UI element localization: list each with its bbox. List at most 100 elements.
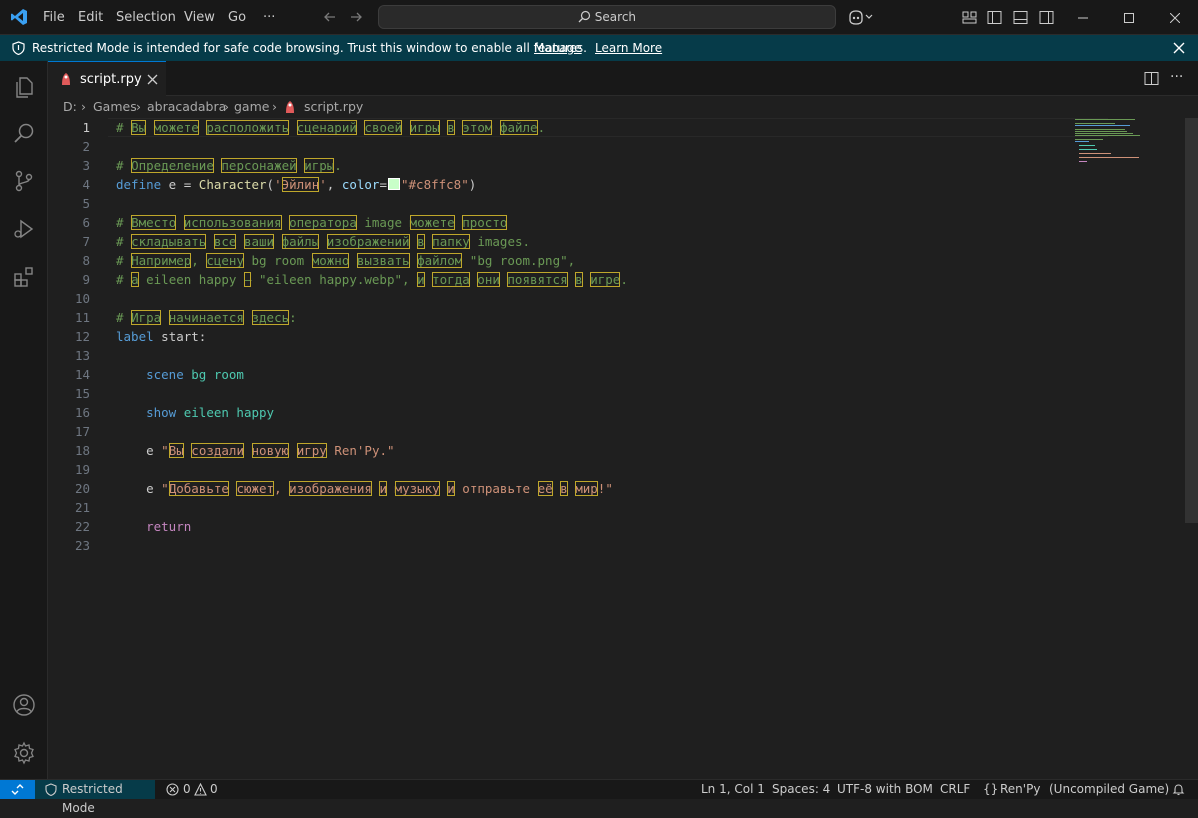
- code-line[interactable]: # Например, сцену bg room можно вызвать …: [116, 251, 575, 270]
- code-token: #: [116, 234, 132, 249]
- extensions-icon[interactable]: [0, 253, 48, 301]
- learn-more-link[interactable]: Learn More: [595, 35, 662, 61]
- code-line[interactable]: e "Вы создали новую игру Ren'Py.": [116, 441, 395, 460]
- status-bar: Restricted Mode 0 0 Ln 1, Col 1 Spaces: …: [0, 779, 1198, 815]
- line-number: 3: [82, 158, 90, 173]
- code-token: этом: [462, 120, 493, 135]
- manage-gear-icon[interactable]: [0, 729, 48, 777]
- customize-layout-icon[interactable]: [962, 10, 977, 29]
- code-token: мир: [575, 481, 598, 496]
- vertical-scrollbar[interactable]: [1185, 118, 1198, 523]
- maximize-button[interactable]: [1106, 0, 1152, 35]
- breadcrumb-games[interactable]: Games: [93, 96, 137, 118]
- file-encoding[interactable]: UTF-8 with BOM: [837, 780, 933, 799]
- breadcrumb-drive[interactable]: D:: [63, 96, 77, 118]
- game-status[interactable]: (Uncompiled Game): [1049, 780, 1169, 799]
- code-token: расположить: [206, 120, 290, 135]
- code-line[interactable]: # Игра начинается здесь:: [116, 308, 297, 327]
- manage-link[interactable]: Manage: [534, 35, 582, 61]
- minimize-button[interactable]: [1060, 0, 1106, 35]
- code-token: Эйлин: [281, 177, 320, 192]
- run-and-debug-icon[interactable]: [0, 205, 48, 253]
- notifications-bell-icon[interactable]: [1172, 783, 1185, 799]
- indentation[interactable]: Spaces: 4: [772, 780, 830, 799]
- menu-more[interactable]: ···: [263, 0, 275, 35]
- cursor-position[interactable]: Ln 1, Col 1: [701, 780, 765, 799]
- code-line[interactable]: show eileen happy: [116, 403, 274, 422]
- code-token: :: [289, 310, 297, 325]
- split-editor-icon[interactable]: [1144, 71, 1159, 90]
- back-arrow-icon[interactable]: [322, 9, 338, 29]
- breadcrumb-game[interactable]: game: [234, 96, 269, 118]
- menu-file[interactable]: File: [43, 0, 65, 35]
- code-line[interactable]: # складывать все ваши файлы изображений …: [116, 232, 530, 251]
- source-control-icon[interactable]: [0, 157, 48, 205]
- code-token: Добавьте: [168, 481, 229, 496]
- code-line[interactable]: # Вместо использования оператора image м…: [116, 213, 508, 232]
- color-swatch[interactable]: [388, 178, 400, 190]
- code-token: а: [131, 272, 139, 287]
- search-view-icon[interactable]: [0, 109, 48, 157]
- shield-icon: [45, 783, 57, 799]
- menu-view[interactable]: View: [184, 0, 215, 35]
- forward-arrow-icon[interactable]: [348, 9, 364, 29]
- code-line[interactable]: return: [116, 517, 191, 536]
- close-window-button[interactable]: [1152, 0, 1198, 35]
- line-number: 11: [74, 310, 90, 325]
- code-token: #: [116, 272, 132, 287]
- code-editor[interactable]: 1 2 3 4 5 6 7 8 9 10 11 12 13 14 15 16 1…: [48, 118, 1198, 779]
- code-token: использования: [183, 215, 282, 230]
- code-line[interactable]: scene bg room: [116, 365, 244, 384]
- toggle-panel-icon[interactable]: [1013, 10, 1028, 29]
- warning-icon[interactable]: [194, 782, 207, 799]
- code-line[interactable]: define e = Character('Эйлин', color= "#c8…: [116, 175, 476, 194]
- menu-edit[interactable]: Edit: [78, 0, 103, 35]
- code-token: появятся: [507, 272, 568, 287]
- toggle-primary-sidebar-icon[interactable]: [987, 10, 1002, 29]
- command-center-search[interactable]: Search: [378, 5, 836, 29]
- renpy-file-icon: [60, 72, 72, 90]
- explorer-icon[interactable]: [0, 63, 48, 111]
- code-line[interactable]: e "Добавьте сюжет, изображения и музыку …: [116, 479, 613, 498]
- error-count[interactable]: 0: [183, 780, 191, 799]
- code-line[interactable]: # Определение персонажей игры.: [116, 156, 342, 175]
- tab-script-rpy[interactable]: script.rpy: [48, 61, 166, 96]
- code-token: e: [146, 443, 162, 458]
- language-braces-icon[interactable]: {}: [983, 780, 998, 799]
- menu-go[interactable]: Go: [228, 0, 246, 35]
- more-actions-icon[interactable]: ···: [1170, 65, 1183, 89]
- close-banner-icon[interactable]: [1173, 42, 1185, 57]
- copilot-icon[interactable]: [848, 9, 874, 29]
- code-token: можете: [409, 215, 455, 230]
- accounts-icon[interactable]: [0, 681, 48, 729]
- code-token: #: [116, 310, 132, 325]
- line-number: 14: [74, 367, 90, 382]
- restricted-mode-status[interactable]: Restricted Mode: [35, 780, 155, 815]
- code-token: музыку: [394, 481, 440, 496]
- breadcrumb-abracadabra[interactable]: abracadabra: [147, 96, 226, 118]
- code-token: в: [560, 481, 568, 496]
- breadcrumb-file[interactable]: script.rpy: [304, 96, 363, 118]
- minimap[interactable]: [1073, 118, 1183, 178]
- code-line[interactable]: # а eileen happy — "eileen happy.webp", …: [116, 270, 628, 289]
- remote-indicator[interactable]: [0, 780, 35, 799]
- code-token: .: [537, 120, 546, 135]
- close-tab-icon[interactable]: [147, 74, 158, 89]
- code-line[interactable]: label start:: [116, 327, 206, 346]
- code-token: .: [334, 158, 342, 173]
- vscode-logo-icon[interactable]: [10, 8, 28, 26]
- line-number: 4: [82, 177, 90, 192]
- toggle-secondary-sidebar-icon[interactable]: [1039, 10, 1054, 29]
- warning-count[interactable]: 0: [210, 780, 218, 799]
- code-line[interactable]: # Вы можете расположить сценарий своей и…: [116, 118, 545, 137]
- code-token: e: [146, 481, 162, 496]
- menu-selection[interactable]: Selection: [116, 0, 176, 35]
- error-icon[interactable]: [166, 783, 179, 799]
- language-mode[interactable]: Ren'Py: [1000, 780, 1040, 799]
- end-of-line[interactable]: CRLF: [940, 780, 970, 799]
